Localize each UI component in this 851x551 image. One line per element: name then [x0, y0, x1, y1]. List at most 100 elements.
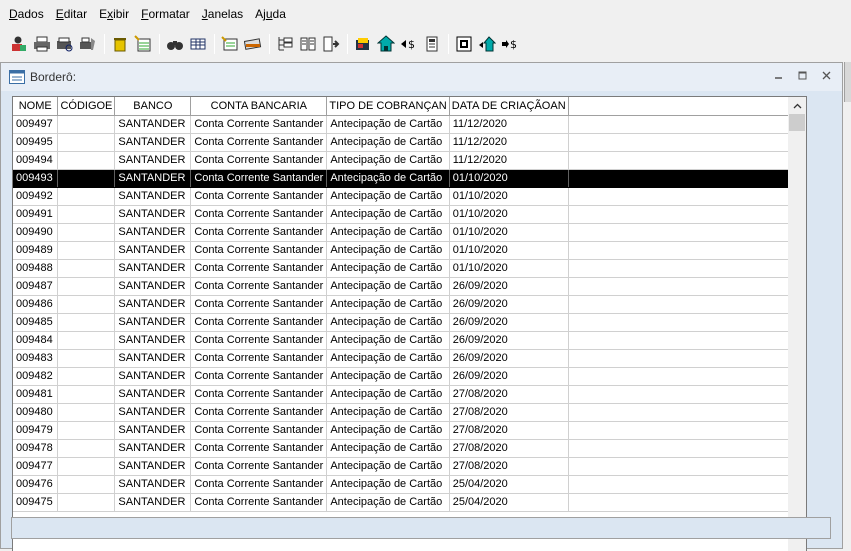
menu-ajuda[interactable]: Ajuda	[249, 0, 292, 28]
table-row[interactable]: 009492 SANTANDER Conta Corrente Santander A…	[13, 187, 788, 206]
table-cell[interactable]: Antecipação de Cartão	[326, 277, 450, 296]
table-cell[interactable]: Conta Corrente Santander	[190, 439, 328, 458]
table-cell[interactable]: SANTANDER	[114, 385, 192, 404]
table-cell[interactable]: Antecipação de Cartão	[326, 205, 450, 224]
table-cell[interactable]: Antecipação de Cartão	[326, 349, 450, 368]
table-cell[interactable]: Antecipação de Cartão	[326, 439, 450, 458]
column-header[interactable]: BANCO	[114, 97, 192, 116]
table-cell[interactable]	[57, 277, 116, 296]
menu-dados[interactable]: Dados	[3, 0, 50, 28]
table-cell[interactable]: Conta Corrente Santander	[190, 205, 328, 224]
table-cell[interactable]: SANTANDER	[114, 169, 192, 188]
table-cell[interactable]: Antecipação de Cartão	[326, 313, 450, 332]
table-cell[interactable]: 25/04/2020	[449, 475, 569, 494]
table-cell[interactable]: 009484	[13, 331, 59, 350]
table-cell[interactable]: 009476	[13, 475, 59, 494]
table-cell[interactable]: 009493	[13, 169, 59, 188]
table-cell[interactable]: SANTANDER	[114, 439, 192, 458]
table-cell[interactable]: 009491	[13, 205, 59, 224]
table-cell[interactable]: 009480	[13, 403, 59, 422]
table-cell[interactable]: Conta Corrente Santander	[190, 151, 328, 170]
table-cell[interactable]: SANTANDER	[114, 367, 192, 386]
payment-icon[interactable]	[242, 33, 264, 55]
table-cell[interactable]	[57, 151, 116, 170]
table-cell[interactable]: SANTANDER	[114, 259, 192, 278]
scroll-up-icon[interactable]	[788, 97, 806, 114]
table-cell[interactable]: 009477	[13, 457, 59, 476]
table-cell[interactable]: 11/12/2020	[449, 133, 569, 152]
maximize-button[interactable]	[796, 69, 808, 81]
table-cell[interactable]: 27/08/2020	[449, 457, 569, 476]
table-cell[interactable]	[57, 187, 116, 206]
table-cell[interactable]	[57, 403, 116, 422]
printer-setup-icon[interactable]	[77, 33, 99, 55]
table-cell[interactable]: 009479	[13, 421, 59, 440]
table-cell[interactable]: Conta Corrente Santander	[190, 169, 328, 188]
table-cell[interactable]: Conta Corrente Santander	[190, 367, 328, 386]
table-cell[interactable]: 26/09/2020	[449, 349, 569, 368]
table-cell[interactable]: SANTANDER	[114, 421, 192, 440]
table-cell[interactable]: SANTANDER	[114, 403, 192, 422]
table-cell[interactable]: 01/10/2020	[449, 259, 569, 278]
table-row[interactable]: 009480 SANTANDER Conta Corrente Santander A…	[13, 403, 788, 422]
table-row[interactable]: 009484 SANTANDER Conta Corrente Santander A…	[13, 331, 788, 350]
table-cell[interactable]: 01/10/2020	[449, 169, 569, 188]
scroll-thumb[interactable]	[789, 114, 805, 131]
table-row[interactable]: 009476 SANTANDER Conta Corrente Santander A…	[13, 475, 788, 494]
table-cell[interactable]: 009490	[13, 223, 59, 242]
table-cell[interactable]: Antecipação de Cartão	[326, 133, 450, 152]
column-header[interactable]: CÓDIGOE	[57, 97, 116, 116]
table-cell[interactable]: Conta Corrente Santander	[190, 493, 328, 512]
table-cell[interactable]: Conta Corrente Santander	[190, 241, 328, 260]
table-cell[interactable]: Antecipação de Cartão	[326, 151, 450, 170]
table-cell[interactable]: SANTANDER	[114, 133, 192, 152]
table-cell[interactable]: 26/09/2020	[449, 277, 569, 296]
print-preview-icon[interactable]	[54, 33, 76, 55]
table-cell[interactable]: Conta Corrente Santander	[190, 421, 328, 440]
table-cell[interactable]: Conta Corrente Santander	[190, 187, 328, 206]
table-cell[interactable]: 27/08/2020	[449, 439, 569, 458]
columns-icon[interactable]	[297, 33, 319, 55]
table-cell[interactable]: 009487	[13, 277, 59, 296]
table-cell[interactable]: 009492	[13, 187, 59, 206]
table-row[interactable]: 009494 SANTANDER Conta Corrente Santander A…	[13, 151, 788, 170]
table-cell[interactable]: Antecipação de Cartão	[326, 493, 450, 512]
table-cell[interactable]: SANTANDER	[114, 205, 192, 224]
table-cell[interactable]	[57, 205, 116, 224]
delete-icon[interactable]	[109, 33, 131, 55]
table-row[interactable]: 009475 SANTANDER Conta Corrente Santander A…	[13, 493, 788, 512]
table-row[interactable]: 009493 SANTANDER Conta Corrente Santander A…	[13, 169, 788, 188]
transfer-in-icon[interactable]: $	[398, 33, 420, 55]
table-cell[interactable]: Conta Corrente Santander	[190, 115, 328, 134]
table-cell[interactable]: 27/08/2020	[449, 385, 569, 404]
table-cell[interactable]: Conta Corrente Santander	[190, 295, 328, 314]
table-cell[interactable]	[57, 133, 116, 152]
table-cell[interactable]: 27/08/2020	[449, 421, 569, 440]
column-header[interactable]: TIPO DE COBRANÇAN	[326, 97, 450, 116]
table-row[interactable]: 009487 SANTANDER Conta Corrente Santander A…	[13, 277, 788, 296]
table-cell[interactable]: Antecipação de Cartão	[326, 169, 450, 188]
table-cell[interactable]: 009494	[13, 151, 59, 170]
table-cell[interactable]: SANTANDER	[114, 187, 192, 206]
table-row[interactable]: 009479 SANTANDER Conta Corrente Santander A…	[13, 421, 788, 440]
menu-janelas[interactable]: Janelas	[196, 0, 249, 28]
table-cell[interactable]: 26/09/2020	[449, 313, 569, 332]
user-export-icon[interactable]	[8, 33, 30, 55]
report-icon[interactable]	[352, 33, 374, 55]
table-cell[interactable]: 009482	[13, 367, 59, 386]
table-cell[interactable]: Antecipação de Cartão	[326, 421, 450, 440]
table-row[interactable]: 009490 SANTANDER Conta Corrente Santander A…	[13, 223, 788, 242]
calculator-icon[interactable]	[421, 33, 443, 55]
table-row[interactable]: 009488 SANTANDER Conta Corrente Santander A…	[13, 259, 788, 278]
table-cell[interactable]: SANTANDER	[114, 241, 192, 260]
close-button[interactable]	[820, 69, 832, 81]
table-cell[interactable]: SANTANDER	[114, 349, 192, 368]
table-cell[interactable]	[57, 385, 116, 404]
table-cell[interactable]: Antecipação de Cartão	[326, 403, 450, 422]
table-cell[interactable]	[57, 493, 116, 512]
table-row[interactable]: 009478 SANTANDER Conta Corrente Santander A…	[13, 439, 788, 458]
table-cell[interactable]: Conta Corrente Santander	[190, 457, 328, 476]
table-cell[interactable]: 009489	[13, 241, 59, 260]
table-cell[interactable]: Antecipação de Cartão	[326, 367, 450, 386]
table-cell[interactable]: SANTANDER	[114, 331, 192, 350]
